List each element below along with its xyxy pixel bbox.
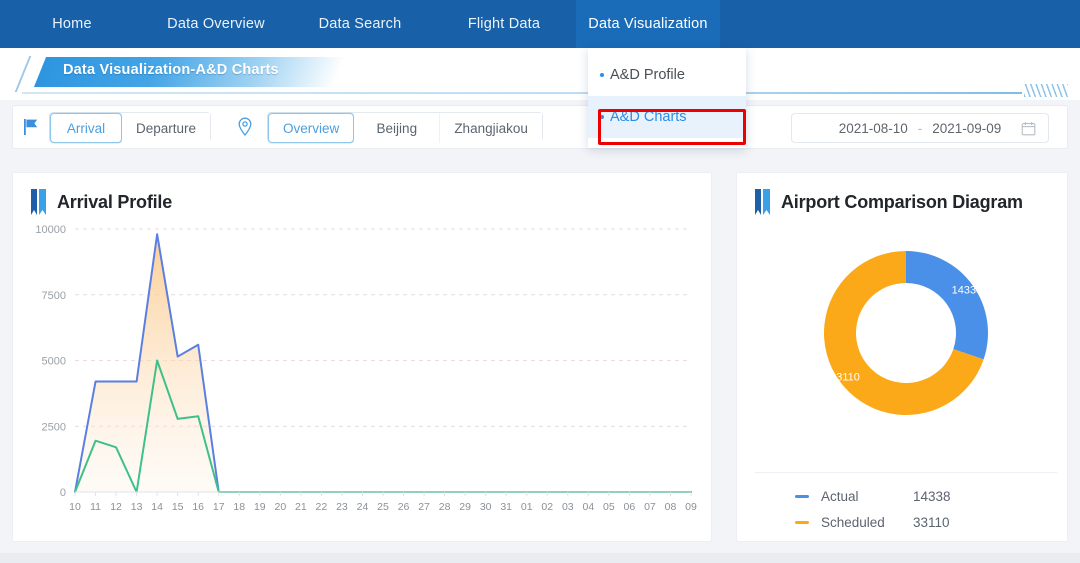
bullet-icon [600,115,604,119]
nav-item-data-overview[interactable]: Data Overview [144,0,288,48]
svg-text:02: 02 [541,501,553,513]
dropdown-item-ad-profile[interactable]: A&D Profile [588,54,746,96]
svg-text:16: 16 [192,501,204,513]
svg-text:30: 30 [480,501,492,513]
svg-text:26: 26 [398,501,410,513]
svg-text:13: 13 [131,501,143,513]
svg-text:09: 09 [685,501,697,513]
data-visualization-dropdown-menu: A&D Profile A&D Charts [588,48,746,148]
legend-row-scheduled[interactable]: Scheduled 33110 [755,509,1057,535]
direction-segmented-control: Arrival Departure [49,112,212,143]
ribbon-icon [31,189,47,215]
svg-text:15: 15 [172,501,184,513]
location-pin-icon [235,116,255,138]
svg-text:05: 05 [603,501,615,513]
dropdown-item-ad-charts[interactable]: A&D Charts [588,96,746,138]
svg-text:07: 07 [644,501,656,513]
svg-text:0: 0 [60,487,66,499]
region-option-zhangjiakou[interactable]: Zhangjiakou [440,113,542,143]
svg-text:06: 06 [624,501,636,513]
svg-text:29: 29 [459,501,471,513]
page-title: Data Visualization-A&D Charts [63,62,279,78]
svg-text:25: 25 [377,501,389,513]
svg-text:22: 22 [316,501,328,513]
svg-text:5000: 5000 [42,356,66,368]
direction-option-departure[interactable]: Departure [122,113,211,143]
app-root: Home Data Overview Data Search Flight Da… [0,0,1080,563]
donut-legend: Actual 14338 Scheduled 33110 [755,472,1057,535]
svg-text:18: 18 [233,501,245,513]
date-range-end: 2021-09-09 [932,120,1002,136]
svg-text:01: 01 [521,501,533,513]
date-range-picker[interactable]: 2021-08-10 - 2021-09-09 [791,113,1049,143]
svg-text:31: 31 [500,501,512,513]
dropdown-item-label: A&D Profile [610,67,685,83]
banner-hatch-decoration [1024,84,1068,97]
svg-text:03: 03 [562,501,574,513]
svg-text:14338: 14338 [952,284,983,296]
ribbon-icon [755,189,771,215]
dropdown-item-label: A&D Charts [610,109,687,125]
arrival-profile-title: Arrival Profile [57,191,173,212]
svg-text:14: 14 [151,501,163,513]
svg-text:17: 17 [213,501,225,513]
airport-comparison-donut: 14338 33110 [824,251,988,415]
svg-text:23: 23 [336,501,348,513]
direction-option-arrival[interactable]: Arrival [50,113,122,143]
svg-text:24: 24 [357,501,369,513]
svg-text:20: 20 [274,501,286,513]
legend-value-actual: 14338 [913,488,951,504]
svg-text:27: 27 [418,501,430,513]
arrival-profile-chart: 0 2500 5000 7500 10000 10 11 12 13 14 15 16 17 18 19 20… [35,224,697,513]
flag-icon [23,118,39,136]
banner-divider [22,92,1022,94]
legend-label-actual: Actual [821,488,859,504]
window-bottom-bar [0,553,1080,563]
airport-comparison-panel: Airport Comparison Diagram 14338 33110 Ac… [736,172,1068,542]
date-range-separator: - [917,120,923,136]
svg-text:33110: 33110 [830,372,860,384]
svg-text:10000: 10000 [35,224,66,236]
filter-toolbar: Arrival Departure Overview Beijing Zhang… [12,105,1068,149]
top-navigation-bar: Home Data Overview Data Search Flight Da… [0,0,1080,48]
bullet-icon [600,73,604,77]
region-option-overview[interactable]: Overview [268,113,355,143]
nav-item-flight-data[interactable]: Flight Data [432,0,576,48]
legend-swatch-actual [795,494,809,498]
arrival-profile-header: Arrival Profile [13,173,711,215]
svg-text:2500: 2500 [42,421,66,433]
legend-value-scheduled: 33110 [913,514,950,530]
legend-row-actual[interactable]: Actual 14338 [755,483,1057,509]
page-title-banner: Data Visualization-A&D Charts [0,48,1080,100]
legend-label-scheduled: Scheduled [821,514,885,530]
nav-item-home[interactable]: Home [0,0,144,48]
svg-text:11: 11 [90,501,101,513]
svg-text:10: 10 [69,501,81,513]
airport-comparison-title: Airport Comparison Diagram [781,191,1023,212]
calendar-icon[interactable] [1021,121,1036,136]
svg-text:28: 28 [439,501,451,513]
airport-comparison-header: Airport Comparison Diagram [737,173,1067,215]
nav-item-data-search[interactable]: Data Search [288,0,432,48]
svg-text:12: 12 [110,501,122,513]
date-range-start: 2021-08-10 [838,120,908,136]
region-segmented-control: Overview Beijing Zhangjiakou [267,112,543,143]
svg-text:7500: 7500 [42,290,66,302]
svg-text:04: 04 [582,501,594,513]
svg-text:21: 21 [295,501,307,513]
arrival-profile-panel: Arrival Profile 0 2500 5000 7500 10000 10 11 12… [12,172,712,542]
svg-text:19: 19 [254,501,266,513]
svg-text:08: 08 [665,501,677,513]
region-option-beijing[interactable]: Beijing [354,113,441,143]
legend-swatch-scheduled [795,520,809,524]
nav-item-data-visualization[interactable]: Data Visualization [576,0,720,48]
